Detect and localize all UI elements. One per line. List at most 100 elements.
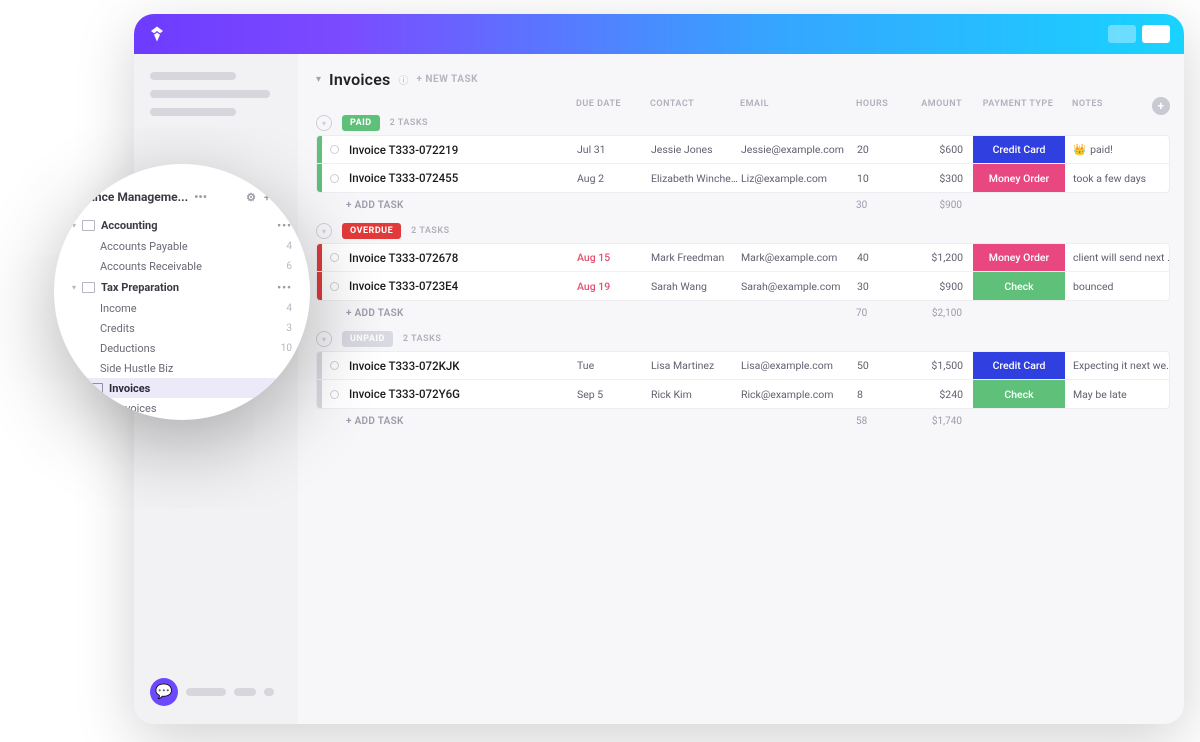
- cell-due-date[interactable]: Aug 15: [577, 251, 651, 264]
- group-status-badge[interactable]: OVERDUE: [342, 223, 401, 239]
- task-name[interactable]: Invoice T333-072678: [349, 251, 577, 265]
- table-row[interactable]: Invoice T333-072219Jul 31Jessie JonesJes…: [317, 136, 1169, 164]
- cell-hours[interactable]: 20: [857, 143, 913, 156]
- cell-amount[interactable]: $300: [913, 172, 973, 185]
- sum-amount: $2,100: [912, 308, 972, 319]
- cell-email[interactable]: Liz@example.com: [741, 172, 857, 185]
- add-task-button[interactable]: + ADD TASK: [316, 308, 576, 319]
- group-status-badge[interactable]: UNPAID: [342, 331, 393, 347]
- table-row[interactable]: Invoice T333-072Y6GSep 5Rick KimRick@exa…: [317, 380, 1169, 408]
- group-summary-row: + ADD TASK58$1,740: [316, 409, 1170, 433]
- cell-notes[interactable]: May be late: [1065, 388, 1170, 401]
- cell-due-date[interactable]: Jul 31: [577, 143, 651, 156]
- add-task-button[interactable]: + ADD TASK: [316, 200, 576, 211]
- sidebar-list-item[interactable]: Credits3: [72, 318, 292, 338]
- cell-due-date[interactable]: Sep 5: [577, 388, 651, 401]
- sum-amount: $1,740: [912, 416, 972, 427]
- cell-notes[interactable]: took a few days: [1065, 172, 1170, 185]
- sidebar-list-item[interactable]: Deductions10: [72, 338, 292, 358]
- cell-hours[interactable]: 50: [857, 359, 913, 372]
- cell-contact[interactable]: Sarah Wang: [651, 280, 741, 293]
- cell-contact[interactable]: Elizabeth Wincheste: [651, 172, 741, 185]
- status-circle-icon[interactable]: [330, 174, 339, 183]
- topbar-button-solid[interactable]: [1142, 25, 1170, 43]
- cell-hours[interactable]: 40: [857, 251, 913, 264]
- cell-amount[interactable]: $240: [913, 388, 973, 401]
- status-circle-icon[interactable]: [330, 390, 339, 399]
- status-circle-icon[interactable]: [330, 361, 339, 370]
- cell-email[interactable]: Mark@example.com: [741, 251, 857, 264]
- cell-email[interactable]: Sarah@example.com: [741, 280, 857, 293]
- cell-due-date[interactable]: Tue: [577, 359, 651, 372]
- cell-notes[interactable]: client will send next we: [1065, 251, 1170, 264]
- payment-type-badge[interactable]: Check: [973, 272, 1065, 300]
- cell-contact[interactable]: Rick Kim: [651, 388, 741, 401]
- ellipsis-icon[interactable]: •••: [277, 281, 292, 294]
- sidebar-list-item[interactable]: Accounts Payable4: [72, 236, 292, 256]
- sidebar-list-item[interactable]: Income4: [72, 298, 292, 318]
- table-row[interactable]: Invoice T333-072455Aug 2Elizabeth Winche…: [317, 164, 1169, 192]
- chat-icon[interactable]: 💬: [150, 678, 178, 706]
- cell-amount[interactable]: $1,200: [913, 251, 973, 264]
- cell-hours[interactable]: 8: [857, 388, 913, 401]
- cell-amount[interactable]: $600: [913, 143, 973, 156]
- ellipsis-icon[interactable]: •••: [194, 190, 207, 204]
- sidebar-list-item[interactable]: Accounts Receivable6: [72, 256, 292, 276]
- cell-due-date[interactable]: Aug 2: [577, 172, 651, 185]
- task-name[interactable]: Invoice T333-072Y6G: [349, 387, 577, 401]
- table-row[interactable]: Invoice T333-072678Aug 15Mark FreedmanMa…: [317, 244, 1169, 272]
- add-task-button[interactable]: + ADD TASK: [316, 416, 576, 427]
- cell-hours[interactable]: 10: [857, 172, 913, 185]
- add-column-button[interactable]: +: [1152, 97, 1170, 115]
- cell-email[interactable]: Lisa@example.com: [741, 359, 857, 372]
- task-name[interactable]: Invoice T333-072455: [349, 171, 577, 185]
- sidebar-skeleton: [234, 688, 256, 696]
- cell-due-date[interactable]: Aug 19: [577, 280, 651, 293]
- list-count: 6: [286, 261, 292, 272]
- payment-type-badge[interactable]: Credit Card: [973, 136, 1065, 163]
- sidebar-skeleton: [150, 72, 236, 80]
- cell-notes[interactable]: 👑paid!: [1065, 143, 1170, 156]
- cell-contact[interactable]: Mark Freedman: [651, 251, 741, 264]
- status-circle-icon[interactable]: [330, 253, 339, 262]
- task-name[interactable]: Invoice T333-072219: [349, 143, 577, 157]
- cell-notes[interactable]: bounced: [1065, 280, 1170, 293]
- cell-notes[interactable]: Expecting it next week: [1065, 359, 1170, 372]
- collapse-icon[interactable]: ▾: [316, 74, 321, 85]
- payment-type-badge[interactable]: Money Order: [973, 164, 1065, 192]
- app-logo-icon: [148, 25, 166, 43]
- space-header[interactable]: Finance Manageme... ••• ⚙ + 🔍︎: [72, 190, 292, 204]
- status-circle-icon[interactable]: [330, 282, 339, 291]
- group-collapse-icon[interactable]: ▾: [316, 331, 332, 347]
- table-row[interactable]: Invoice T333-072KJKTueLisa MartinezLisa@…: [317, 352, 1169, 380]
- cell-email[interactable]: Rick@example.com: [741, 388, 857, 401]
- sidebar-folder[interactable]: ▾Accounting•••: [72, 214, 292, 236]
- topbar-button-ghost[interactable]: [1108, 25, 1136, 43]
- cell-contact[interactable]: Lisa Martinez: [651, 359, 741, 372]
- task-name[interactable]: Invoice T333-072KJK: [349, 359, 577, 373]
- payment-type-badge[interactable]: Money Order: [973, 244, 1065, 271]
- space-name: Finance Manageme...: [72, 190, 188, 204]
- cell-amount[interactable]: $1,500: [913, 359, 973, 372]
- group-status-badge[interactable]: PAID: [342, 115, 380, 131]
- task-name[interactable]: Invoice T333-0723E4: [349, 279, 577, 293]
- cell-contact[interactable]: Jessie Jones: [651, 143, 741, 156]
- main-content: ▾ Invoices ⓘ + NEW TASK DUE DATE CONTACT…: [298, 54, 1184, 724]
- cell-hours[interactable]: 30: [857, 280, 913, 293]
- sum-hours: 70: [856, 308, 912, 319]
- new-task-button[interactable]: + NEW TASK: [416, 74, 478, 85]
- group-collapse-icon[interactable]: ▾: [316, 115, 332, 131]
- table-row[interactable]: Invoice T333-0723E4Aug 19Sarah WangSarah…: [317, 272, 1169, 300]
- settings-icon[interactable]: ⚙: [246, 191, 256, 204]
- info-icon[interactable]: ⓘ: [398, 72, 408, 87]
- status-circle-icon[interactable]: [330, 145, 339, 154]
- cell-amount[interactable]: $900: [913, 280, 973, 293]
- list-name: Income: [100, 302, 137, 315]
- group-collapse-icon[interactable]: ▾: [316, 223, 332, 239]
- payment-type-badge[interactable]: Credit Card: [973, 352, 1065, 379]
- cell-email[interactable]: Jessie@example.com: [741, 143, 857, 156]
- page-title: Invoices: [329, 70, 390, 89]
- payment-type-badge[interactable]: Check: [973, 380, 1065, 408]
- sidebar-folder[interactable]: ▾Tax Preparation•••: [72, 276, 292, 298]
- sidebar-list-item[interactable]: Side Hustle Biz6: [72, 358, 292, 378]
